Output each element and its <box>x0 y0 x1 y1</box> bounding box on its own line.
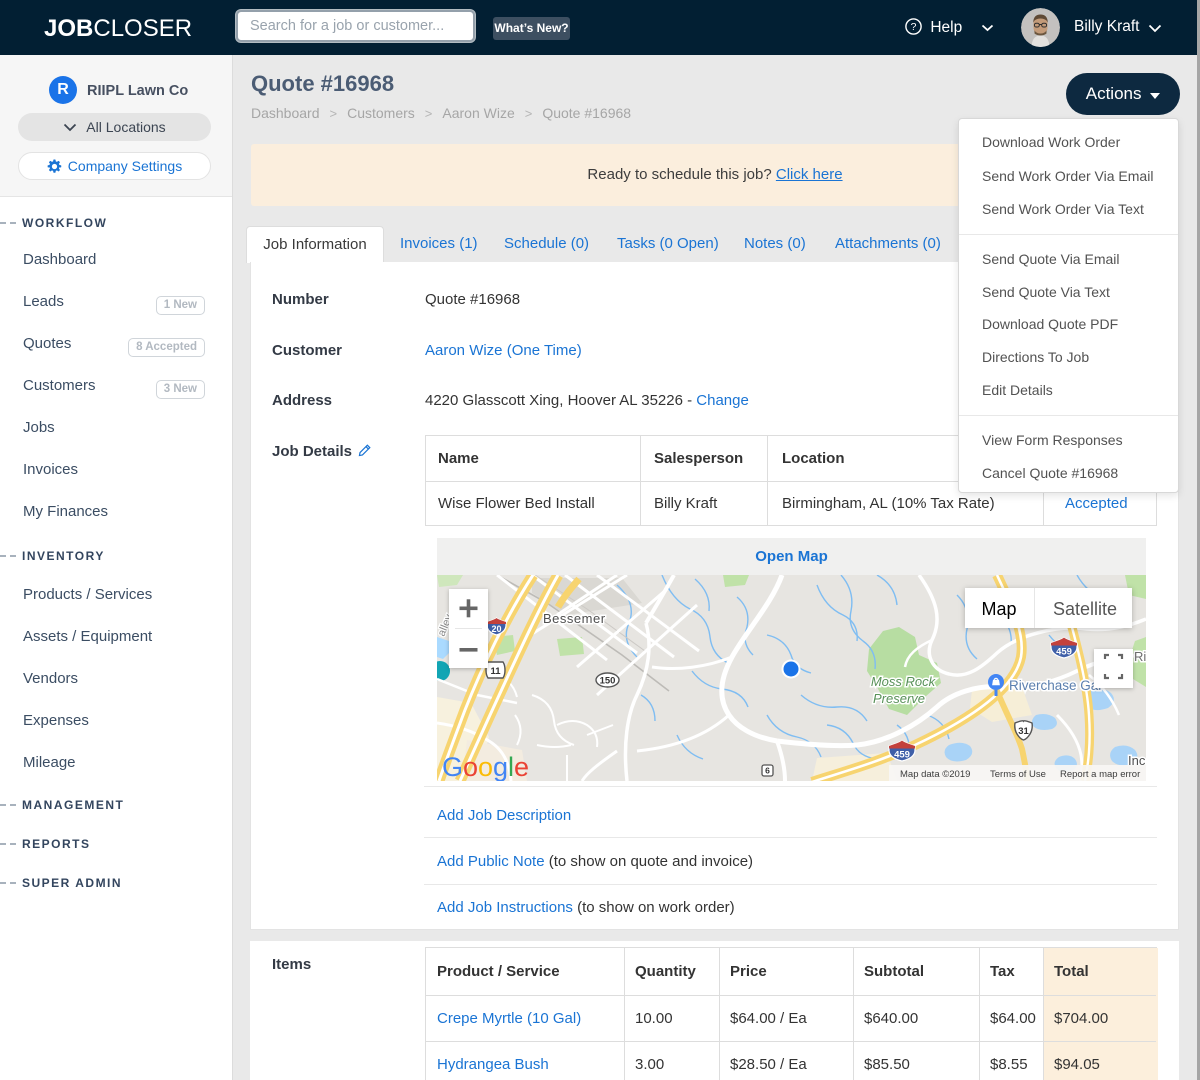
svg-text:11: 11 <box>490 666 501 677</box>
svg-text:G: G <box>442 752 463 781</box>
svg-text:o: o <box>463 752 478 781</box>
svg-text:31: 31 <box>1018 726 1029 737</box>
svg-text:Satellite: Satellite <box>1053 599 1117 619</box>
svg-text:Report a map error: Report a map error <box>1060 769 1140 780</box>
svg-text:Moss Rock: Moss Rock <box>871 674 937 689</box>
svg-text:Map: Map <box>981 599 1016 619</box>
svg-text:150: 150 <box>600 676 616 687</box>
svg-text:Ric: Ric <box>1134 649 1146 664</box>
svg-text:Terms of Use: Terms of Use <box>990 769 1046 780</box>
svg-text:6: 6 <box>765 766 770 776</box>
svg-text:e: e <box>514 752 529 781</box>
svg-text:459: 459 <box>894 750 910 761</box>
svg-text:g: g <box>493 752 508 781</box>
svg-text:Preserve: Preserve <box>873 691 925 706</box>
svg-text:o: o <box>478 752 493 781</box>
svg-text:Riverchase Gal: Riverchase Gal <box>1009 678 1101 693</box>
svg-text:?: ? <box>911 21 917 33</box>
svg-text:Map data ©2019: Map data ©2019 <box>900 769 970 780</box>
svg-text:Bessemer: Bessemer <box>543 611 606 626</box>
svg-text:20: 20 <box>491 624 501 634</box>
svg-text:459: 459 <box>1056 647 1072 658</box>
